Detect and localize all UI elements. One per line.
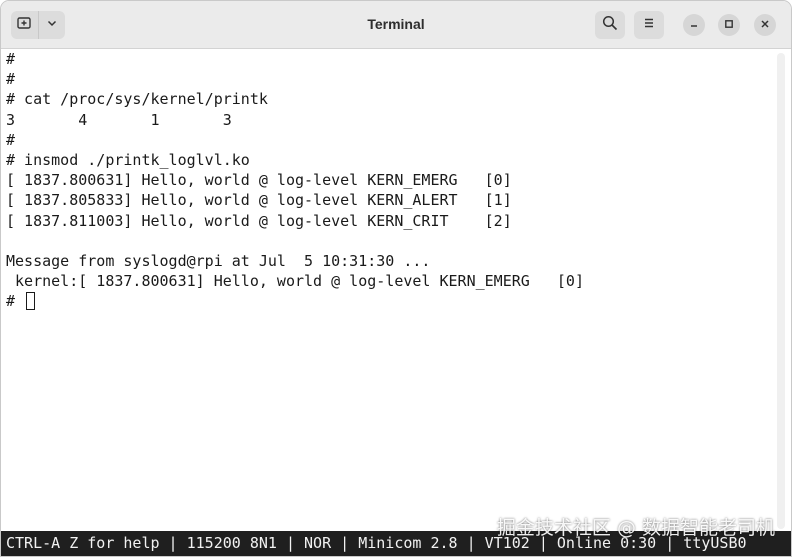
terminal-line: # cat /proc/sys/kernel/printk [6, 90, 268, 109]
terminal-output[interactable]: # # # cat /proc/sys/kernel/printk 3 4 1 … [1, 49, 791, 531]
window-title: Terminal [367, 16, 425, 32]
title-bar: Terminal [1, 1, 791, 49]
terminal-line: # [6, 50, 16, 68]
terminal-line: [ 1837.800631] Hello, world @ log-level … [6, 171, 512, 190]
text-cursor [26, 292, 36, 311]
terminal-line: [ 1837.811003] Hello, world @ log-level … [6, 211, 512, 230]
close-icon [760, 16, 770, 34]
prompt-line[interactable]: # [6, 291, 584, 311]
scrollbar[interactable] [777, 53, 785, 529]
terminal-line: kernel:[ 1837.800631] Hello, world @ log… [6, 272, 584, 291]
maximize-icon [724, 16, 734, 34]
menu-button[interactable] [634, 11, 664, 39]
terminal-line: [ 1837.805833] Hello, world @ log-level … [6, 191, 512, 210]
terminal-line: # [6, 130, 16, 149]
terminal-line: Message from syslogd@rpi at Jul 5 10:31:… [6, 251, 431, 270]
close-button[interactable] [754, 14, 776, 36]
terminal-lines: # # # cat /proc/sys/kernel/printk 3 4 1 … [6, 49, 584, 311]
hamburger-menu-icon [642, 16, 656, 35]
minimize-icon [689, 16, 699, 34]
maximize-button[interactable] [718, 14, 740, 36]
shell-prompt: # [6, 292, 25, 311]
search-icon [602, 15, 618, 36]
watermark: 掘金技术社区 @ 数据智能老司机 [496, 517, 775, 539]
minimize-button[interactable] [683, 14, 705, 36]
terminal-line: # [6, 70, 16, 89]
terminal-line: # insmod ./printk_loglvl.ko [6, 150, 250, 169]
terminal-window: Terminal # # # cat /proc/sys/kernel/prin… [0, 0, 792, 557]
terminal-line: 3 4 1 3 [6, 110, 232, 129]
search-button[interactable] [595, 11, 625, 39]
